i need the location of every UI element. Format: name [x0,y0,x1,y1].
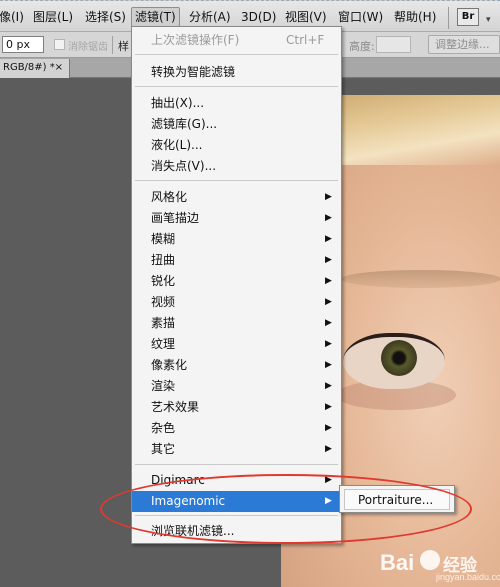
menu-separator [135,86,338,87]
submenu-arrow-icon: ▶ [325,444,332,454]
watermark-brand: Bai [380,550,415,575]
menu-item-artistic[interactable]: 艺术效果 ▶ [132,397,341,418]
menu-item-noise[interactable]: 杂色 ▶ [132,418,341,439]
distort-label: 扭曲 [151,253,176,267]
menu-item-stylize[interactable]: 风格化 ▶ [132,187,341,208]
video-label: 视频 [151,295,176,309]
menu-item-distort[interactable]: 扭曲 ▶ [132,250,341,271]
menu-layer[interactable]: 图层(L) [30,8,76,28]
options-divider [112,36,113,54]
menu-select[interactable]: 选择(S) [82,8,129,28]
refine-edge-button[interactable]: 调整边缘... [428,35,500,54]
menu-view[interactable]: 视图(V) [282,8,330,28]
photo-eyebrow [341,270,500,288]
texture-label: 纹理 [151,337,176,351]
menu-window[interactable]: 窗口(W) [335,8,386,28]
submenu-arrow-icon: ▶ [325,360,332,370]
menu-item-last-filter[interactable]: 上次滤镜操作(F) Ctrl+F [132,30,341,51]
antialias-label: 消除锯齿 [68,42,108,53]
menu-item-other[interactable]: 其它 ▶ [132,439,341,460]
menu-item-sketch[interactable]: 素描 ▶ [132,313,341,334]
menu-item-video[interactable]: 视频 ▶ [132,292,341,313]
feather-input[interactable]: 0 px [2,36,44,53]
last-filter-shortcut: Ctrl+F [286,33,325,47]
artistic-label: 艺术效果 [151,400,200,414]
menu-item-blur[interactable]: 模糊 ▶ [132,229,341,250]
other-label: 其它 [151,442,176,456]
pixelate-label: 像素化 [151,358,188,372]
menu-image[interactable]: 像(I) [0,8,27,28]
menu-item-liquify[interactable]: 液化(L)... [132,135,341,156]
noise-label: 杂色 [151,421,176,435]
annotation-ellipse [100,474,472,544]
submenu-arrow-icon: ▶ [325,276,332,286]
menu-item-filter-gallery[interactable]: 滤镜库(G)... [132,114,341,135]
filter-menu: 上次滤镜操作(F) Ctrl+F 转换为智能滤镜 抽出(X)... 滤镜库(G)… [131,26,342,544]
menu-3d[interactable]: 3D(D) [238,8,279,28]
submenu-arrow-icon: ▶ [325,402,332,412]
menu-help[interactable]: 帮助(H) [391,8,439,28]
menu-analysis[interactable]: 分析(A) [186,8,234,28]
height-label: 高度: [349,40,375,53]
blur-label: 模糊 [151,232,176,246]
close-tab-icon[interactable]: × [55,59,63,77]
submenu-arrow-icon: ▶ [325,234,332,244]
photo-eye [343,333,445,389]
sketch-label: 素描 [151,316,176,330]
document-tab-label: RGB/8#) * [3,62,55,73]
watermark-url: jingyan.baidu.com [436,572,500,582]
height-input[interactable] [376,36,411,53]
document-tab[interactable]: RGB/8#) * × [0,59,70,78]
submenu-arrow-icon: ▶ [325,381,332,391]
brush-strokes-label: 画笔描边 [151,211,200,225]
photo-iris [381,340,417,376]
submenu-arrow-icon: ▶ [325,192,332,202]
submenu-arrow-icon: ▶ [325,339,332,349]
menu-separator [135,180,338,181]
submenu-arrow-icon: ▶ [325,213,332,223]
menu-separator [135,464,338,465]
menu-item-brush-strokes[interactable]: 画笔描边 ▶ [132,208,341,229]
paw-icon [420,550,440,570]
menu-filter[interactable]: 滤镜(T) [131,7,180,27]
menu-item-vanishing-point[interactable]: 消失点(V)... [132,156,341,177]
menu-item-extract[interactable]: 抽出(X)... [132,93,341,114]
baidu-watermark: Bai 经验 jingyan.baidu.com [380,545,500,585]
menu-item-smart-filter[interactable]: 转换为智能滤镜 [132,62,341,83]
submenu-arrow-icon: ▶ [325,255,332,265]
last-filter-label: 上次滤镜操作(F) [151,33,240,47]
menu-item-pixelate[interactable]: 像素化 ▶ [132,355,341,376]
sharpen-label: 锐化 [151,274,176,288]
menu-item-texture[interactable]: 纹理 ▶ [132,334,341,355]
style-label: 样 [118,40,129,53]
submenu-arrow-icon: ▶ [325,423,332,433]
submenu-arrow-icon: ▶ [325,297,332,307]
stylize-label: 风格化 [151,190,188,204]
submenu-arrow-icon: ▶ [325,318,332,328]
menu-item-render[interactable]: 渲染 ▶ [132,376,341,397]
workspace-dropdown-icon[interactable]: ▾ [486,15,491,25]
antialias-checkbox[interactable] [54,39,65,50]
menubar-divider [448,7,449,29]
render-label: 渲染 [151,379,176,393]
bridge-button[interactable]: Br [457,8,479,26]
menu-separator [135,54,338,55]
menu-item-sharpen[interactable]: 锐化 ▶ [132,271,341,292]
